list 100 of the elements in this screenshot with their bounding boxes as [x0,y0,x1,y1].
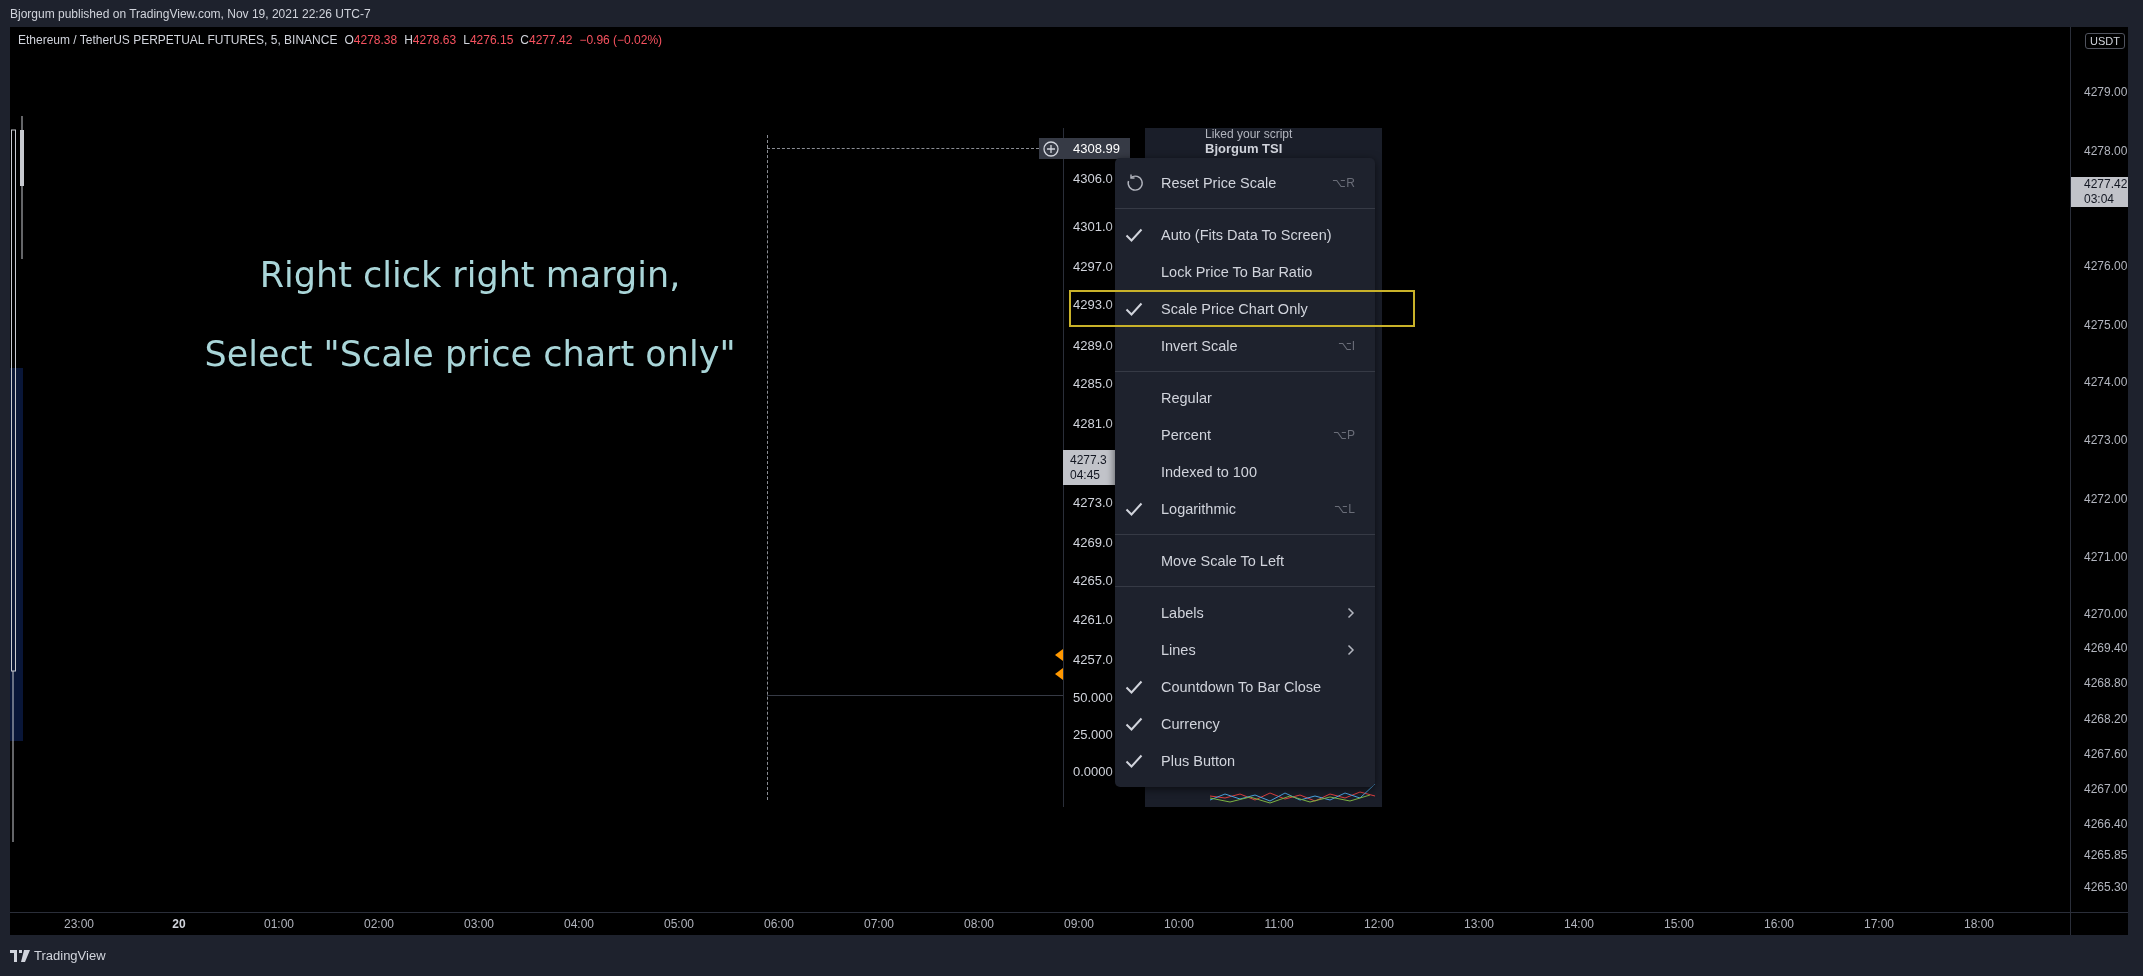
menu-item[interactable]: Lines [1115,631,1375,668]
axis-label: 4278.00 [2084,143,2128,159]
annotation-text: Right click right margin, [258,254,682,297]
axis-label: 4281.0 [1073,416,1113,432]
shortcut-text: ⌥L [1334,501,1355,516]
shortcut-text: ⌥I [1337,338,1355,353]
time-label: 16:00 [1764,917,1794,931]
byline: Bjorgum published on TradingView.com, Nov 19, 2021 22:26 UTC-7 [10,6,371,21]
axis-label: 4273.0 [1073,495,1113,511]
axis-label: 4265.85 [2084,847,2128,863]
annotation-text: Select "Scale price chart only" [203,333,737,376]
axis-label: 4266.40 [2084,816,2128,832]
axis-label: 25.000 [1073,727,1113,743]
axis-label: 4301.0 [1073,219,1113,235]
panel-text: Liked your script [1205,127,1293,141]
menu-item[interactable]: Indexed to 100 [1115,453,1375,490]
check-icon [1125,227,1143,242]
time-label: 12:00 [1364,917,1394,931]
axis-label: 4297.0 [1073,259,1113,275]
time-label: 23:00 [64,917,94,931]
price-change: −0.96 (−0.02%) [579,33,663,47]
brand-name: TradingView [34,948,106,963]
currency-badge[interactable]: USDT [2085,33,2125,49]
plus-button[interactable] [1039,138,1063,159]
axis-label: 4270.00 [2084,606,2128,622]
check-icon [1125,716,1143,731]
axis-label: 4274.00 [2084,374,2128,390]
time-label: 06:00 [764,917,794,931]
brand-logo-icon [10,949,30,962]
axis-label: 4265.30 [2084,879,2128,895]
check-icon [1125,501,1143,516]
shortcut-text: ⌥R [1332,175,1355,190]
axis-label: 50.000 [1073,690,1113,706]
ohlc-value: L4276.15 [463,33,514,47]
price-text: 4277.42 [2084,177,2128,192]
axis-label: 4271.00 [2084,549,2128,565]
ohlc-value: C4277.42 [520,33,573,47]
time-label: 17:00 [1864,917,1894,931]
axis-label: 4279.00 [2084,84,2128,100]
menu-item[interactable]: Auto (Fits Data To Screen) [1115,216,1375,253]
time-label: 03:00 [464,917,494,931]
axis-label: 4306.0 [1073,171,1113,187]
reset-icon [1125,172,1145,193]
axis-label: 4276.00 [2084,258,2128,274]
menu-item[interactable]: Logarithmic ⌥L [1115,490,1375,527]
axis-label: 4285.0 [1073,376,1113,392]
time-label: 07:00 [864,917,894,931]
axis-label: 4257.0 [1073,652,1113,668]
menu-item[interactable]: Labels [1115,594,1375,631]
countdown-text: 03:04 [2084,192,2116,207]
axis-label: 4267.00 [2084,781,2128,797]
time-label: 08:00 [964,917,994,931]
axis-label: 4268.20 [2084,711,2128,727]
axis-label: 4289.0 [1073,338,1113,354]
axis-label: 4267.60 [2084,746,2128,762]
axis-label: 4272.00 [2084,491,2128,507]
shortcut-text: ⌥P [1333,427,1355,442]
price-text: 4277.3 [1070,452,1108,468]
menu-item[interactable]: Percent ⌥P [1115,416,1375,453]
time-label: 14:00 [1564,917,1594,931]
countdown-text: 04:45 [1070,467,1102,483]
axis-label: 4261.0 [1073,612,1113,628]
axis-label: 4268.80 [2084,675,2128,691]
axis-label: 4269.0 [1073,535,1113,551]
menu-item[interactable]: Invert Scale ⌥I [1115,327,1375,364]
time-label: 05:00 [664,917,694,931]
menu-item[interactable]: Currency [1115,705,1375,742]
time-label: 15:00 [1664,917,1694,931]
axis-label: 4269.40 [2084,640,2128,656]
menu-item[interactable]: Reset Price Scale ⌥R [1115,164,1375,201]
check-icon [1125,753,1143,768]
time-label: 13:00 [1464,917,1494,931]
menu-item[interactable]: Move Scale To Left [1115,542,1375,579]
plus-icon [1043,140,1059,157]
axis-label: 4275.00 [2084,317,2128,333]
menu-item[interactable]: Plus Button [1115,742,1375,779]
marker-icon [1055,649,1063,661]
symbol-title: Ethereum / TetherUS PERPETUAL FUTURES, 5, BINANCE [18,33,338,47]
axis-label: 4273.00 [2084,432,2128,448]
time-label: 10:00 [1164,917,1194,931]
time-label: 01:00 [264,917,294,931]
time-label: 20 [172,917,186,931]
ohlc-value: O4278.38 [344,33,398,47]
time-label: 11:00 [1264,917,1294,931]
time-label: 18:00 [1964,917,1994,931]
price-label: 4308.99 [1063,138,1130,159]
axis-label: 0.0000 [1073,764,1113,780]
marker-icon [1055,668,1063,680]
panel-title: Bjorgum TSI [1205,141,1283,156]
check-icon [1125,679,1143,694]
menu-item[interactable]: Lock Price To Bar Ratio [1115,253,1375,290]
time-label: 09:00 [1064,917,1094,931]
time-label: 02:00 [364,917,394,931]
time-label: 04:00 [564,917,594,931]
check-icon [1125,301,1143,316]
ohlc-value: H4278.63 [404,33,457,47]
axis-label: 4293.0 [1073,297,1113,313]
menu-item[interactable]: Regular [1115,379,1375,416]
menu-item[interactable]: Countdown To Bar Close [1115,668,1375,705]
axis-label: 4265.0 [1073,573,1113,589]
